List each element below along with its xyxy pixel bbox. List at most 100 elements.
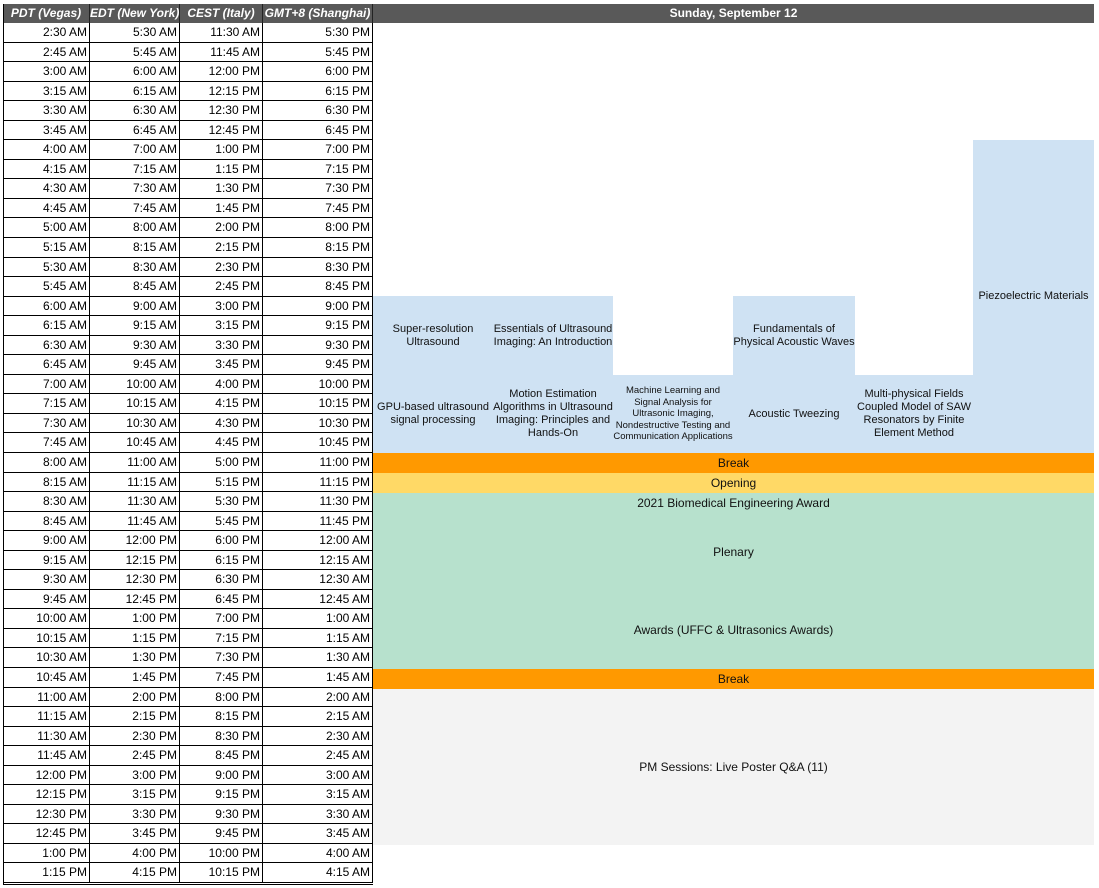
time-cell: 12:15 PM — [3, 785, 90, 805]
time-cell: 4:00 AM — [263, 844, 373, 863]
time-cell: 1:45 AM — [263, 668, 373, 688]
time-cell: 3:15 PM — [180, 316, 263, 336]
time-cell: 10:45 PM — [263, 433, 373, 453]
time-cell: 12:30 PM — [180, 101, 263, 121]
time-cell: 9:00 AM — [3, 531, 90, 551]
time-cell: 9:15 PM — [263, 316, 373, 336]
time-cell: 11:30 AM — [180, 23, 263, 43]
time-cell: 10:30 AM — [3, 648, 90, 668]
time-cell: 3:30 AM — [263, 805, 373, 824]
time-cell: 9:30 AM — [90, 336, 180, 355]
time-cell: 2:00 AM — [263, 688, 373, 707]
time-cell: 4:30 PM — [180, 414, 263, 433]
time-cell: 7:00 PM — [180, 609, 263, 629]
time-cell: 6:00 AM — [3, 297, 90, 316]
session-machine-learning[interactable]: Machine Learning and Signal Analysis for… — [613, 375, 733, 453]
time-cell: 7:45 PM — [180, 668, 263, 688]
time-cell: 8:00 AM — [90, 218, 180, 238]
time-cell: 4:15 PM — [90, 863, 180, 883]
time-cell: 11:00 AM — [90, 453, 180, 473]
time-cell: 10:00 AM — [90, 375, 180, 394]
time-cell: 1:00 PM — [180, 140, 263, 160]
time-cell: 2:30 PM — [90, 727, 180, 746]
time-cell: 11:15 PM — [263, 473, 373, 492]
time-cell: 7:15 PM — [263, 160, 373, 179]
time-cell: 10:45 AM — [3, 668, 90, 688]
time-cell: 2:30 PM — [180, 258, 263, 277]
session-multiphysical[interactable]: Multi-physical Fields Coupled Model of S… — [855, 375, 973, 453]
time-cell: 12:45 PM — [180, 121, 263, 140]
time-cell: 8:15 AM — [90, 238, 180, 258]
session-label: Machine Learning and Signal Analysis for… — [613, 385, 733, 443]
plenary-label: Plenary — [713, 544, 754, 559]
time-cell: 10:15 PM — [180, 863, 263, 883]
time-cell: 8:30 PM — [263, 258, 373, 277]
session-label: Piezoelectric Materials — [978, 290, 1089, 302]
time-cell: 3:15 PM — [90, 785, 180, 805]
time-cell: 9:00 AM — [90, 297, 180, 316]
time-cell: 9:45 AM — [3, 590, 90, 609]
session-label: Motion Estimation Algorithms in Ultrasou… — [493, 388, 613, 439]
poster-block[interactable]: PM Sessions: Live Poster Q&A (11) — [373, 689, 1094, 845]
time-cell: 7:00 PM — [263, 140, 373, 160]
time-cell: 11:00 AM — [3, 688, 90, 707]
session-fundamentals[interactable]: Fundamentals of Physical Acoustic Waves — [733, 296, 855, 375]
session-tweezing[interactable]: Acoustic Tweezing — [733, 375, 855, 453]
session-essentials[interactable]: Essentials of Ultrasound Imaging: An Int… — [493, 296, 613, 375]
awards-block[interactable]: Awards (UFFC & Ultrasonics Awards) — [373, 591, 1094, 669]
time-cell: 3:45 AM — [3, 121, 90, 140]
time-cell: 7:45 PM — [263, 199, 373, 218]
time-cell: 11:45 AM — [90, 512, 180, 531]
time-cell: 8:45 PM — [263, 277, 373, 297]
time-cell: 10:00 AM — [3, 609, 90, 629]
time-cell: 5:30 AM — [90, 23, 180, 43]
session-label: Multi-physical Fields Coupled Model of S… — [857, 388, 971, 439]
time-cell: 8:00 PM — [180, 688, 263, 707]
time-cell: 8:15 AM — [3, 473, 90, 492]
award-block[interactable]: 2021 Biomedical Engineering Award — [373, 493, 1094, 513]
time-cell: 5:45 AM — [3, 277, 90, 297]
session-super-resolution[interactable]: Super-resolution Ultrasound — [373, 296, 493, 375]
session-motion[interactable]: Motion Estimation Algorithms in Ultrasou… — [493, 375, 613, 453]
session-piezoelectric[interactable]: Piezoelectric Materials — [973, 140, 1094, 453]
time-cell: 8:45 AM — [3, 512, 90, 531]
opening-label: Opening — [710, 475, 757, 490]
break-block: Break — [373, 453, 1094, 473]
session-gpu[interactable]: GPU-based ultrasound signal processing — [373, 375, 493, 453]
time-cell: 4:00 PM — [90, 844, 180, 863]
time-cell: 9:15 AM — [3, 551, 90, 570]
time-cell: 11:45 AM — [180, 43, 263, 62]
time-cell: 10:15 AM — [90, 394, 180, 414]
time-cell: 1:15 PM — [180, 160, 263, 179]
time-cell: 6:30 AM — [3, 336, 90, 355]
time-cell: 8:30 AM — [3, 492, 90, 512]
opening-block[interactable]: Opening — [373, 473, 1094, 493]
time-cell: 3:30 PM — [90, 805, 180, 824]
time-cell: 9:00 PM — [180, 766, 263, 785]
time-cell: 1:15 PM — [90, 629, 180, 648]
time-cell: 3:15 AM — [263, 785, 373, 805]
time-cell: 6:15 AM — [3, 316, 90, 336]
time-cell: 6:15 PM — [263, 82, 373, 101]
time-cell: 9:30 AM — [3, 570, 90, 590]
time-cell: 10:00 PM — [180, 844, 263, 863]
time-cell: 4:30 AM — [3, 179, 90, 199]
break-label: Break — [717, 671, 750, 686]
time-cell: 6:00 AM — [90, 62, 180, 82]
time-cell: 3:30 PM — [180, 336, 263, 355]
time-cell: 11:00 PM — [263, 453, 373, 473]
time-cell: 11:30 AM — [3, 727, 90, 746]
time-cell: 3:00 AM — [3, 62, 90, 82]
session-label: Super-resolution Ultrasound — [392, 322, 474, 348]
time-cell: 9:15 PM — [180, 785, 263, 805]
time-cell: 9:00 PM — [263, 297, 373, 316]
time-cell: 8:45 AM — [90, 277, 180, 297]
time-cell: 1:45 PM — [180, 199, 263, 218]
time-cell: 12:00 PM — [90, 531, 180, 551]
plenary-block[interactable]: Plenary — [373, 513, 1094, 591]
time-cell: 6:15 PM — [180, 551, 263, 570]
time-cell: 5:30 AM — [3, 258, 90, 277]
time-cell: 10:15 AM — [3, 629, 90, 648]
time-cell: 6:30 PM — [263, 101, 373, 121]
time-cell: 4:00 AM — [3, 140, 90, 160]
